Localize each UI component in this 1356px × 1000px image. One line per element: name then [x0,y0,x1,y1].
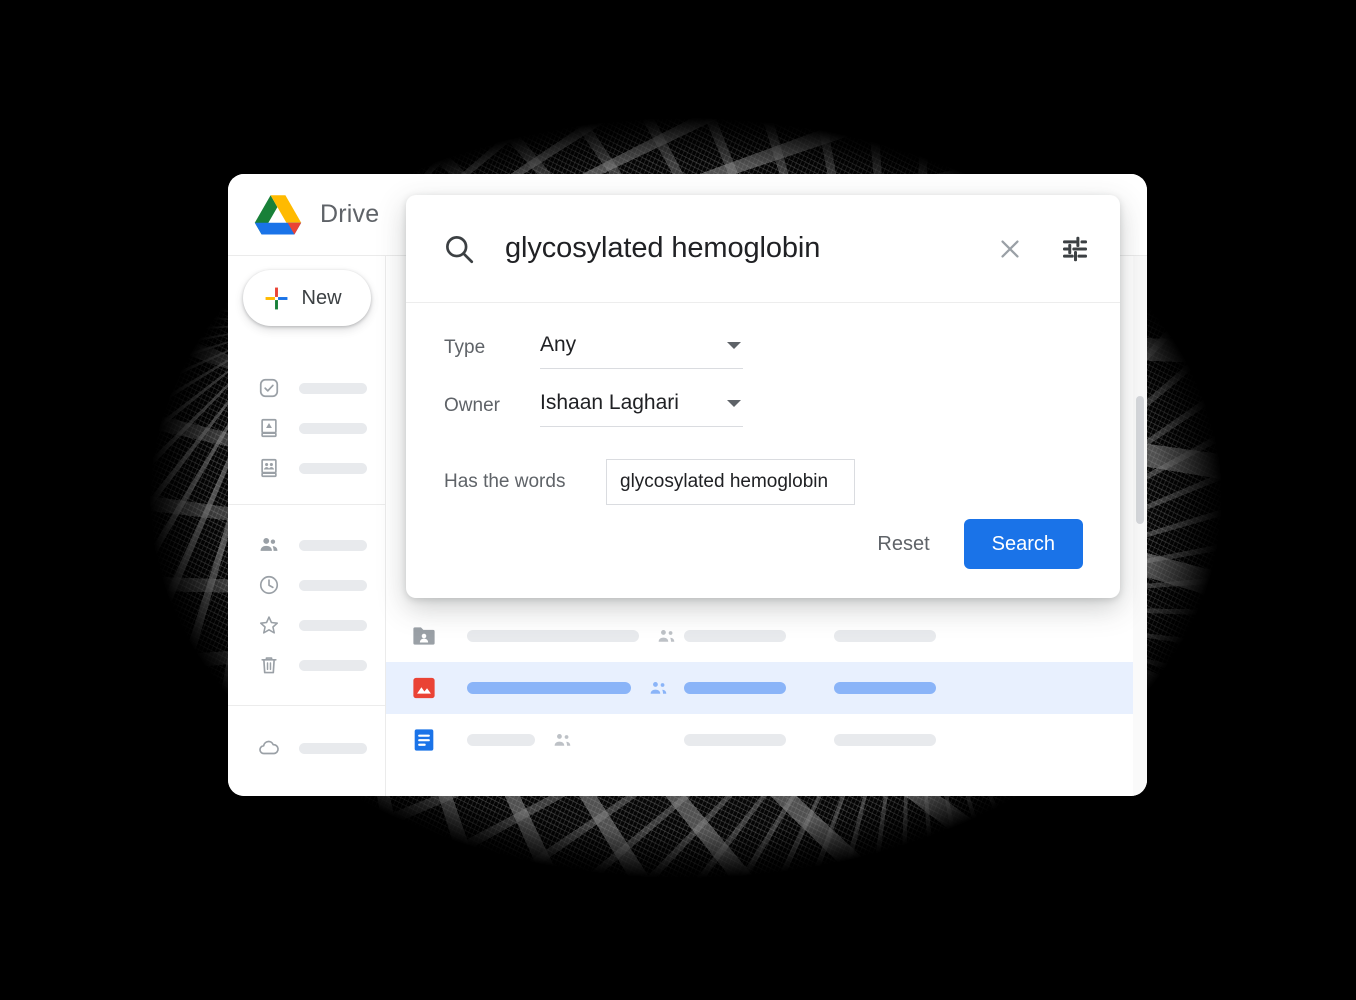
filter-owner-value: Ishaan Laghari [540,391,679,414]
file-name-placeholder [467,682,631,694]
app-brand-name: Drive [320,200,380,228]
people-icon [260,538,278,551]
sidebar-group-secondary [228,504,385,705]
file-owner-placeholder [684,630,786,642]
new-button[interactable]: New [242,270,371,326]
shared-people-icon [650,682,667,694]
file-list [386,610,1147,766]
search-filters: Type Any Owner Ishaan Laghari Has the wo… [406,303,1120,505]
plus-icon [265,287,287,309]
has-the-words-input[interactable]: glycosylated hemoglobin [606,459,855,505]
sidebar-item-label [299,422,367,434]
filter-type-select[interactable]: Any [540,333,743,369]
shared-people-icon [554,734,571,746]
image-file-icon [413,677,435,699]
sidebar: New [228,256,386,796]
reset-button[interactable]: Reset [859,521,947,568]
advanced-search-dialog: glycosylated hemoglobin Type Any Owner I… [406,195,1120,598]
sidebar-item-storage[interactable] [228,728,385,768]
table-row[interactable] [386,714,1147,766]
star-icon [259,616,279,634]
filter-type-value: Any [540,333,577,356]
new-button-label: New [301,286,342,309]
filter-owner-select[interactable]: Ishaan Laghari [540,391,743,427]
sidebar-item-computers[interactable] [228,408,385,448]
dialog-actions: Reset Search [859,519,1083,569]
sidebar-item-label [299,742,367,754]
table-row[interactable] [386,610,1147,662]
search-input[interactable]: glycosylated hemoglobin [505,232,996,265]
cloud-icon [259,740,279,755]
sidebar-item-label [299,382,367,394]
filter-type-label: Type [444,337,486,358]
content-scrollbar[interactable] [1133,256,1147,796]
sidebar-item-recent[interactable] [228,565,385,605]
sidebar-item-label [299,579,367,591]
trash-icon [261,657,277,674]
sidebar-item-priority[interactable] [228,368,385,408]
sidebar-item-shared-with-me[interactable] [228,525,385,565]
search-icon [446,235,474,263]
scrollbar-thumb[interactable] [1136,396,1144,524]
chevron-down-icon [727,341,741,349]
sidebar-item-label [299,539,367,551]
has-the-words-value: glycosylated hemoglobin [620,471,829,492]
filter-owner-row: Owner Ishaan Laghari [444,391,1120,427]
file-name-placeholder [467,630,639,642]
sidebar-item-label [299,462,367,474]
google-docs-icon [414,729,434,751]
file-name-placeholder [467,734,535,746]
file-owner-placeholder [684,682,786,694]
sidebar-item-shared-drives[interactable] [228,448,385,488]
tune-icon[interactable] [1060,234,1090,264]
file-modified-placeholder [834,734,936,746]
filter-type-row: Type Any [444,333,1120,369]
file-modified-placeholder [834,682,936,694]
google-drive-logo [254,194,302,234]
filter-owner-label: Owner [444,395,500,416]
search-bar: glycosylated hemoglobin [406,195,1120,303]
sidebar-group-storage [228,705,385,768]
sidebar-item-starred[interactable] [228,605,385,645]
shared-drives-icon [261,458,277,478]
sidebar-item-trash[interactable] [228,645,385,685]
screenshot-stage: Drive New glycosylated hemoglobin Type A… [0,0,1356,1000]
shared-people-icon [658,630,675,642]
sidebar-group-primary [228,368,385,504]
check-circle-icon [259,378,279,398]
shared-folder-icon [413,627,435,645]
file-owner-placeholder [684,734,786,746]
chevron-down-icon [727,399,741,407]
file-modified-placeholder [834,630,936,642]
search-button[interactable]: Search [963,519,1083,569]
sidebar-item-label [299,619,367,631]
close-icon[interactable] [996,235,1024,263]
filter-has-words-row: Has the words glycosylated hemoglobin [444,459,1120,505]
filter-has-words-label: Has the words [444,471,566,492]
computers-icon [261,418,277,438]
table-row[interactable] [386,662,1147,714]
sidebar-item-label [299,659,367,671]
clock-icon [259,575,279,595]
